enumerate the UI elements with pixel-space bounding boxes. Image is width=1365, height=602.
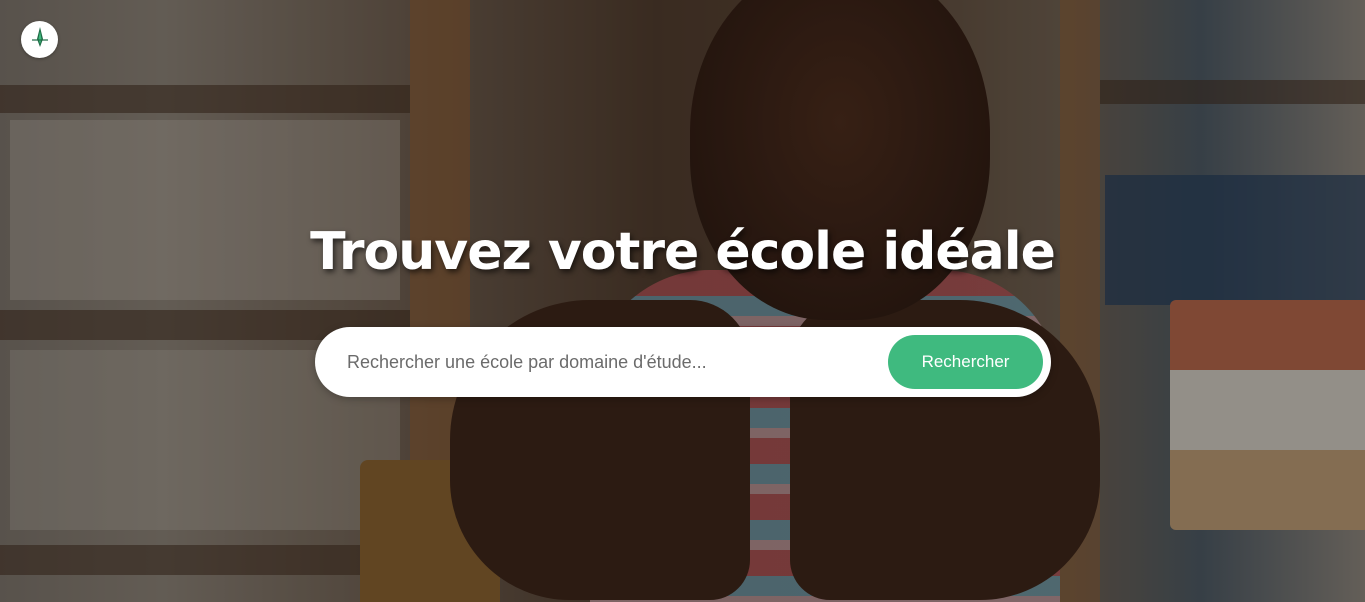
site-logo[interactable] xyxy=(21,21,58,58)
hero-title: Trouvez votre école idéale xyxy=(310,222,1056,282)
search-button[interactable]: Rechercher xyxy=(888,335,1043,389)
search-bar: Rechercher xyxy=(315,327,1051,397)
compass-leaf-logo-icon xyxy=(28,25,52,54)
hero-dark-overlay xyxy=(0,0,1365,602)
search-input[interactable] xyxy=(315,327,888,397)
